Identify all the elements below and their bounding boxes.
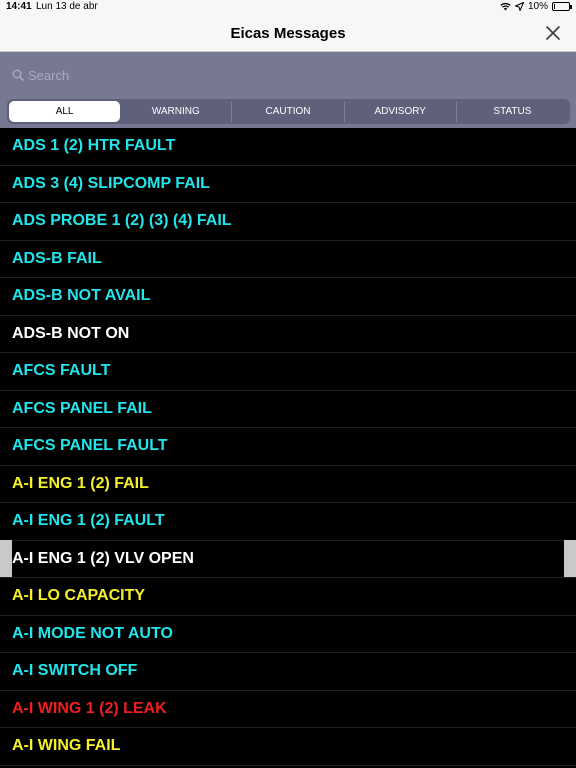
message-row[interactable]: ADS 3 (4) SLIPCOMP FAIL bbox=[0, 166, 576, 203]
message-text: ADS 1 (2) HTR FAULT bbox=[12, 137, 176, 155]
page-title: Eicas Messages bbox=[230, 25, 346, 42]
message-text: A-I SWITCH OFF bbox=[12, 662, 138, 680]
message-text: A-I ENG 1 (2) FAIL bbox=[12, 474, 149, 492]
status-date: Lun 13 de abr bbox=[36, 1, 98, 12]
battery-percent: 10% bbox=[527, 1, 548, 12]
battery-icon bbox=[552, 2, 572, 11]
message-text: A-I ENG 1 (2) VLV OPEN bbox=[12, 549, 194, 567]
message-row[interactable]: A-I ENG 1 (2) FAULT bbox=[0, 503, 576, 541]
filter-segmented-control: ALL WARNING CAUTION ADVISORY STATUS bbox=[7, 99, 570, 124]
message-text: ADS PROBE 1 (2) (3) (4) FAIL bbox=[12, 212, 232, 230]
filter-tab-warning[interactable]: WARNING bbox=[120, 101, 231, 122]
message-text: A-I WING 1 (2) LEAK bbox=[12, 699, 167, 717]
message-row[interactable]: ADS PROBE 1 (2) (3) (4) FAIL bbox=[0, 203, 576, 241]
message-text: ADS-B FAIL bbox=[12, 249, 102, 267]
message-row[interactable]: A-I WING FAIL bbox=[0, 728, 576, 766]
navigation-bar: Eicas Messages bbox=[0, 14, 576, 52]
message-text: A-I WING FAIL bbox=[12, 737, 121, 755]
close-icon[interactable] bbox=[544, 24, 562, 42]
message-row[interactable]: AFCS PANEL FAULT bbox=[0, 428, 576, 466]
message-text: AFCS PANEL FAIL bbox=[12, 399, 152, 417]
right-edge-handle[interactable] bbox=[564, 540, 576, 577]
message-row[interactable]: AFCS PANEL FAIL bbox=[0, 391, 576, 428]
filter-tab-status[interactable]: STATUS bbox=[455, 101, 568, 122]
message-row[interactable]: A-I ENG 1 (2) VLV OPEN bbox=[0, 541, 576, 578]
status-indicators: 10% bbox=[500, 1, 572, 12]
message-row[interactable]: A-I SWITCH OFF bbox=[0, 653, 576, 691]
message-row[interactable]: ADS-B NOT ON bbox=[0, 316, 576, 353]
message-row[interactable]: A-I WING 1 (2) LEAK bbox=[0, 691, 576, 728]
wifi-icon bbox=[500, 3, 511, 11]
message-text: ADS-B NOT ON bbox=[12, 324, 130, 342]
message-row[interactable]: A-I LO CAPACITY bbox=[0, 578, 576, 616]
message-row[interactable]: A-I MODE NOT AUTO bbox=[0, 616, 576, 653]
left-edge-handle[interactable] bbox=[0, 540, 12, 577]
battery-fill bbox=[554, 4, 555, 9]
message-text: ADS 3 (4) SLIPCOMP FAIL bbox=[12, 174, 210, 192]
search-input[interactable] bbox=[28, 67, 528, 83]
message-row[interactable]: ADS 1 (2) HTR FAULT bbox=[0, 128, 576, 166]
search-icon bbox=[12, 69, 24, 81]
message-text: AFCS FAULT bbox=[12, 362, 111, 380]
filter-tab-all[interactable]: ALL bbox=[9, 101, 121, 122]
message-text: A-I ENG 1 (2) FAULT bbox=[12, 512, 165, 530]
message-row[interactable]: ADS-B NOT AVAIL bbox=[0, 278, 576, 316]
message-row[interactable]: A-I ENG 1 (2) FAIL bbox=[0, 466, 576, 503]
status-time: 14:41 bbox=[6, 1, 32, 12]
location-icon bbox=[514, 2, 524, 11]
message-text: ADS-B NOT AVAIL bbox=[12, 287, 151, 305]
message-row[interactable]: ADS-B FAIL bbox=[0, 241, 576, 278]
filter-tab-advisory[interactable]: ADVISORY bbox=[343, 101, 456, 122]
messages-list: ADS 1 (2) HTR FAULT ADS 3 (4) SLIPCOMP FA… bbox=[0, 128, 576, 768]
message-text: A-I MODE NOT AUTO bbox=[12, 624, 173, 642]
status-bar: 14:41 Lun 13 de abr 10% bbox=[0, 0, 576, 14]
filter-tab-caution[interactable]: CAUTION bbox=[231, 101, 343, 122]
message-row[interactable]: AFCS FAULT bbox=[0, 353, 576, 391]
message-text: AFCS PANEL FAULT bbox=[12, 437, 168, 455]
message-text: A-I LO CAPACITY bbox=[12, 587, 146, 605]
search-box[interactable] bbox=[8, 64, 568, 86]
